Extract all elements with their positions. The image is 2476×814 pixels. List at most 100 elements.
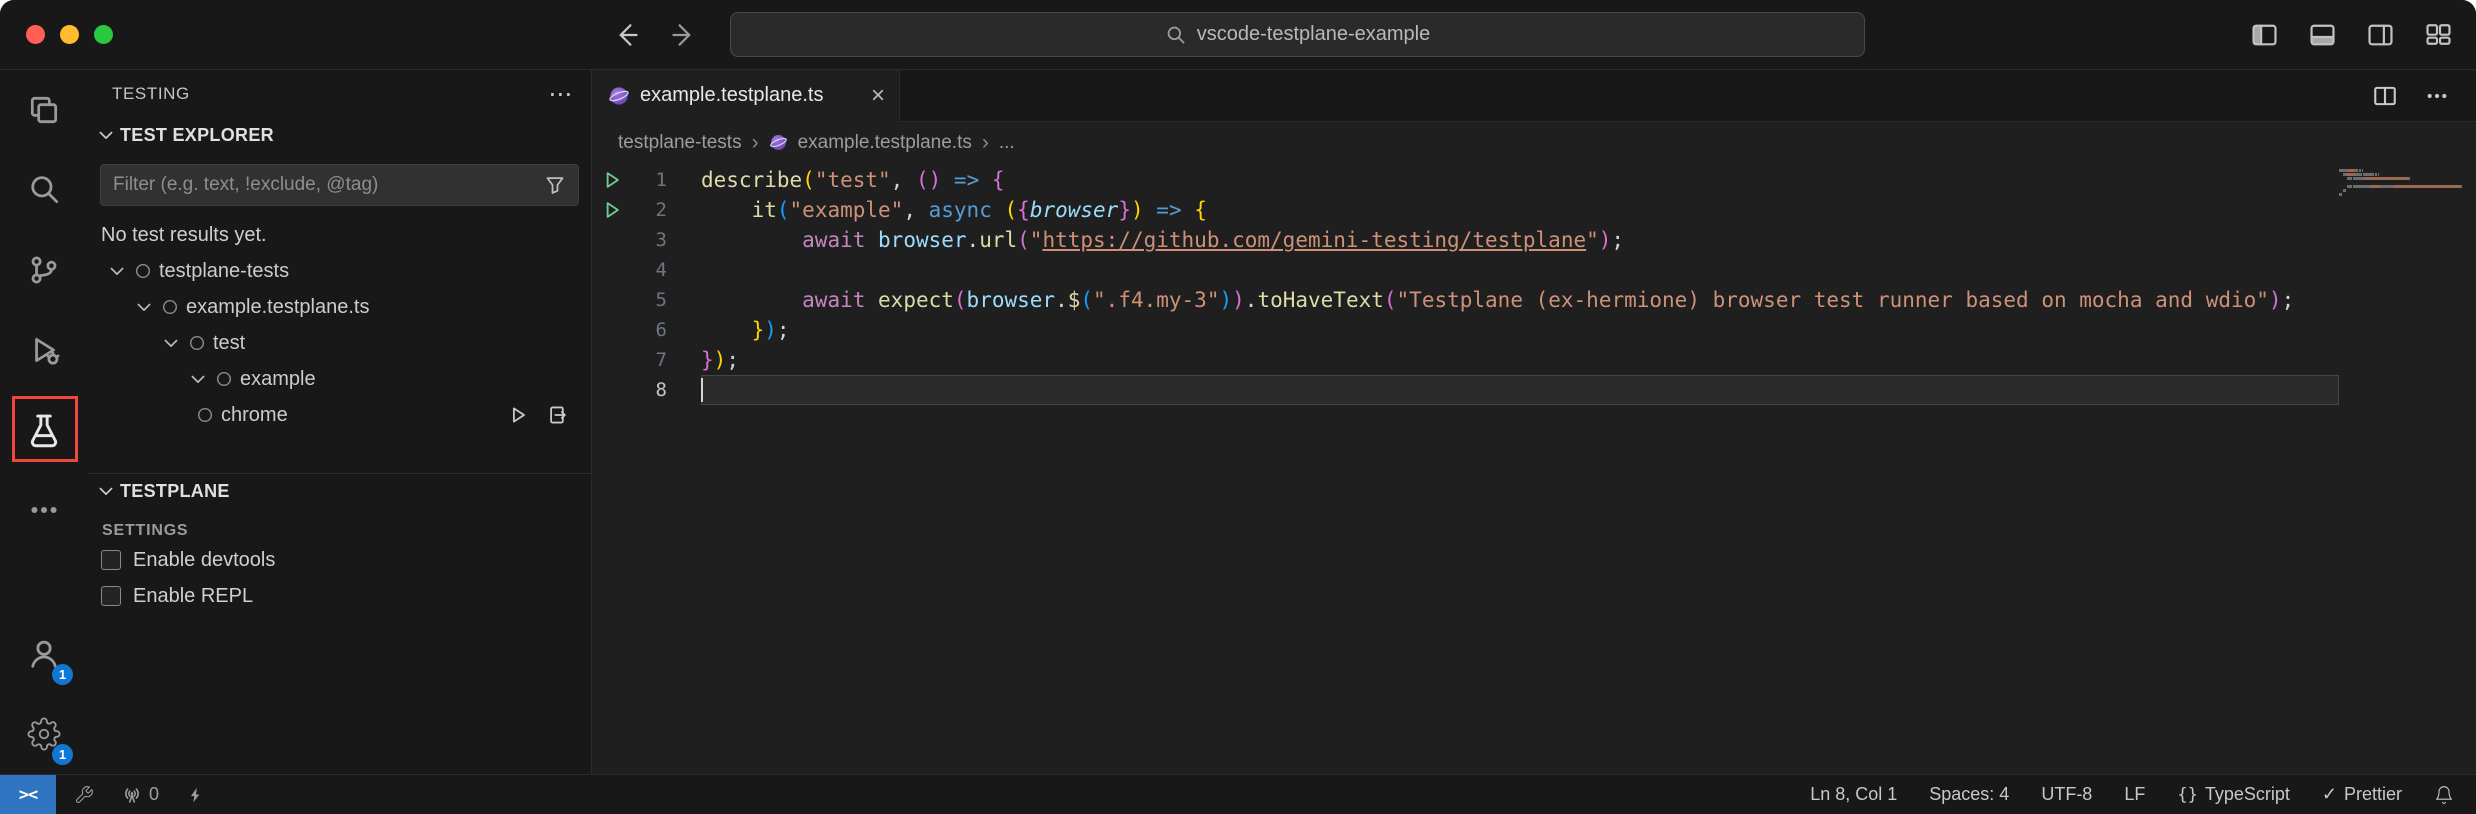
layout-sidebar-right-icon[interactable] bbox=[2366, 20, 2394, 48]
tree-item-label: example.testplane.ts bbox=[186, 296, 369, 319]
chevron-right-icon: › bbox=[982, 131, 989, 155]
test-filter-field[interactable] bbox=[100, 164, 579, 206]
encoding[interactable]: UTF-8 bbox=[2041, 784, 2092, 805]
vscode-window: vscode-testplane-example bbox=[0, 0, 2476, 814]
code-line[interactable]: 5 await expect(browser.$(".f4.my-3")).to… bbox=[592, 285, 2339, 315]
explorer-icon[interactable] bbox=[0, 70, 88, 150]
editor-scrollbar[interactable] bbox=[2462, 163, 2476, 774]
checkbox-label: Enable devtools bbox=[133, 549, 275, 572]
cursor-position[interactable]: Ln 8, Col 1 bbox=[1810, 784, 1897, 805]
settings-gear-icon[interactable]: 1 bbox=[0, 694, 88, 774]
eol[interactable]: LF bbox=[2124, 784, 2145, 805]
code-lines: 1describe("test", () => {2 it("example",… bbox=[592, 163, 2339, 774]
code-line[interactable]: 2 it("example", async ({browser}) => { bbox=[592, 195, 2339, 225]
test-state-icon bbox=[161, 298, 179, 316]
devtools-checkbox[interactable] bbox=[101, 550, 121, 570]
layout-sidebar-left-icon[interactable] bbox=[2250, 20, 2278, 48]
tree-item-testplane-tests[interactable]: testplane-tests bbox=[88, 253, 591, 289]
run-test-icon[interactable] bbox=[507, 404, 529, 426]
back-arrow-icon[interactable] bbox=[612, 21, 640, 49]
tree-item-example[interactable]: example bbox=[88, 361, 591, 397]
editor-more-actions-icon[interactable] bbox=[2424, 83, 2450, 109]
code-text[interactable] bbox=[701, 255, 2339, 285]
run-test-gutter-icon[interactable] bbox=[592, 170, 632, 190]
ports-count: 0 bbox=[149, 784, 159, 805]
code-text[interactable]: it("example", async ({browser}) => { bbox=[701, 195, 2339, 225]
more-views-icon[interactable] bbox=[0, 470, 88, 550]
layout-panel-icon[interactable] bbox=[2308, 20, 2336, 48]
tools-icon[interactable] bbox=[74, 785, 94, 805]
breadcrumb-file[interactable]: example.testplane.ts bbox=[798, 132, 972, 154]
minimap-content bbox=[2339, 169, 2462, 200]
line-number: 4 bbox=[632, 259, 701, 281]
minimize-window-button[interactable] bbox=[60, 25, 79, 44]
run-test-gutter-icon[interactable] bbox=[592, 200, 632, 220]
ports-indicator[interactable]: 0 bbox=[122, 784, 159, 805]
code-line[interactable]: 3 await browser.url("https://github.com/… bbox=[592, 225, 2339, 255]
close-window-button[interactable] bbox=[26, 25, 45, 44]
code-line[interactable]: 4 bbox=[592, 255, 2339, 285]
forward-arrow-icon[interactable] bbox=[670, 21, 698, 49]
tree-item-label: example bbox=[240, 368, 316, 391]
window-controls bbox=[26, 25, 113, 44]
chevron-right-icon: › bbox=[752, 131, 759, 155]
open-test-icon[interactable] bbox=[547, 404, 569, 426]
sidebar-title: TESTING bbox=[112, 84, 190, 104]
filter-funnel-icon[interactable] bbox=[544, 174, 566, 196]
code-line[interactable]: 7}); bbox=[592, 345, 2339, 375]
close-tab-icon[interactable]: × bbox=[871, 84, 885, 108]
language-mode[interactable]: {} TypeScript bbox=[2177, 784, 2290, 805]
tree-item-example-file[interactable]: example.testplane.ts bbox=[88, 289, 591, 325]
source-control-icon[interactable] bbox=[0, 230, 88, 310]
search-sidebar-icon[interactable] bbox=[0, 150, 88, 230]
accounts-icon[interactable]: 1 bbox=[0, 614, 88, 694]
breadcrumb-folder[interactable]: testplane-tests bbox=[618, 132, 742, 154]
checkbox-label: Enable REPL bbox=[133, 585, 253, 608]
tab-example-testplane[interactable]: example.testplane.ts × bbox=[592, 70, 900, 122]
breadcrumb-more[interactable]: ... bbox=[999, 132, 1015, 154]
split-editor-icon[interactable] bbox=[2372, 83, 2398, 109]
tree-item-test[interactable]: test bbox=[88, 325, 591, 361]
sidebar-more-actions-icon[interactable]: ⋯ bbox=[548, 80, 573, 109]
zap-icon[interactable] bbox=[187, 786, 205, 804]
testing-flask-icon[interactable] bbox=[0, 390, 88, 470]
indentation[interactable]: Spaces: 4 bbox=[1929, 784, 2009, 805]
code-text[interactable]: describe("test", () => { bbox=[701, 165, 2339, 195]
tree-item-label: chrome bbox=[221, 404, 288, 427]
run-and-debug-icon[interactable] bbox=[0, 310, 88, 390]
code-text[interactable]: }); bbox=[701, 345, 2339, 375]
formatter-status[interactable]: ✓ Prettier bbox=[2322, 784, 2402, 805]
chevron-down-icon[interactable] bbox=[161, 333, 181, 353]
line-number: 8 bbox=[632, 379, 701, 401]
minimap[interactable] bbox=[2339, 163, 2462, 774]
breadcrumb: testplane-tests › example.testplane.ts ›… bbox=[592, 122, 2476, 163]
code-line[interactable]: 8 bbox=[592, 375, 2339, 405]
tree-item-chrome[interactable]: chrome bbox=[88, 397, 591, 433]
command-center-search[interactable]: vscode-testplane-example bbox=[730, 12, 1865, 57]
code-text[interactable]: await expect(browser.$(".f4.my-3")).toHa… bbox=[701, 285, 2339, 315]
test-state-icon bbox=[188, 334, 206, 352]
maximize-window-button[interactable] bbox=[94, 25, 113, 44]
enable-devtools-row[interactable]: Enable devtools bbox=[88, 542, 591, 578]
test-state-icon bbox=[196, 406, 214, 424]
code-text[interactable] bbox=[701, 375, 2339, 405]
enable-repl-row[interactable]: Enable REPL bbox=[88, 578, 591, 614]
customize-layout-icon[interactable] bbox=[2424, 20, 2452, 48]
section-testplane[interactable]: TESTPLANE bbox=[88, 474, 591, 508]
section-test-explorer[interactable]: TEST EXPLORER bbox=[88, 118, 591, 152]
chevron-down-icon[interactable] bbox=[134, 297, 154, 317]
activity-bar: 1 1 bbox=[0, 70, 88, 774]
code-text[interactable]: }); bbox=[701, 315, 2339, 345]
line-number: 2 bbox=[632, 199, 701, 221]
line-number: 5 bbox=[632, 289, 701, 311]
chevron-down-icon[interactable] bbox=[188, 369, 208, 389]
code-text[interactable]: await browser.url("https://github.com/ge… bbox=[701, 225, 2339, 255]
chevron-down-icon[interactable] bbox=[107, 261, 127, 281]
repl-checkbox[interactable] bbox=[101, 586, 121, 606]
filter-input[interactable] bbox=[113, 174, 536, 196]
code-line[interactable]: 6 }); bbox=[592, 315, 2339, 345]
notifications-bell-icon[interactable] bbox=[2434, 785, 2454, 805]
code-line[interactable]: 1describe("test", () => { bbox=[592, 165, 2339, 195]
remote-indicator[interactable]: >< bbox=[0, 775, 56, 814]
radio-tower-icon bbox=[122, 785, 142, 805]
